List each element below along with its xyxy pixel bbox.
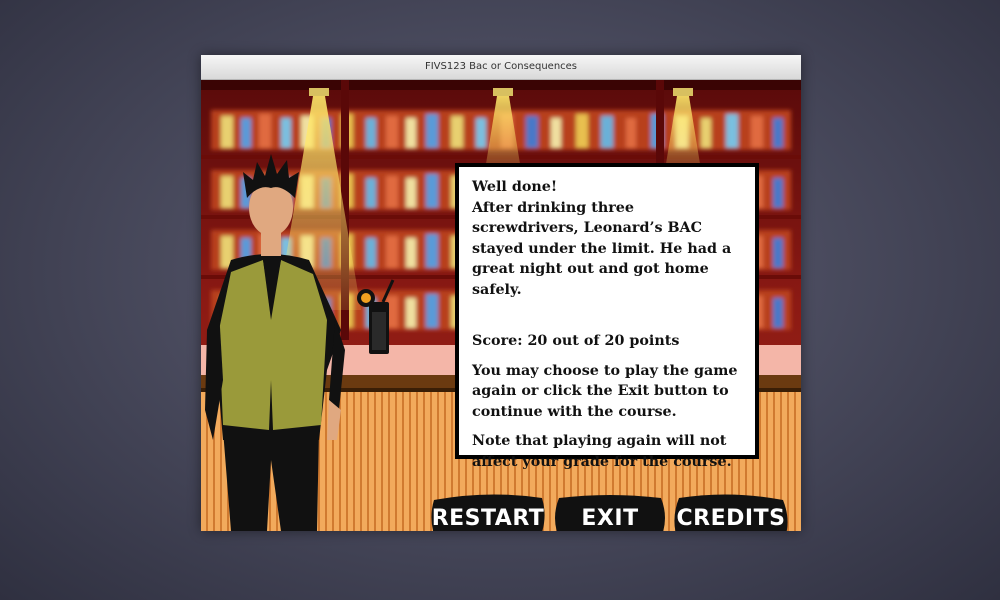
- exit-label: EXIT: [581, 505, 639, 531]
- game-window: FIVS123 Bac or Consequences Well done! A…: [201, 55, 801, 531]
- bar-scene: Well done! After drinking three screwdri…: [201, 80, 801, 531]
- instructions-text: You may choose to play the game again or…: [472, 362, 738, 420]
- credits-button[interactable]: CREDITS: [673, 492, 789, 531]
- result-heading: Well done!: [472, 179, 558, 195]
- restart-label: RESTART: [431, 505, 545, 531]
- note-text: Note that playing again will not affect …: [472, 433, 732, 470]
- window-titlebar: FIVS123 Bac or Consequences: [201, 55, 801, 80]
- credits-label: CREDITS: [676, 505, 786, 531]
- restart-button[interactable]: RESTART: [430, 492, 546, 531]
- exit-button[interactable]: EXIT: [553, 492, 667, 531]
- score-text: Score: 20 out of 20 points: [472, 333, 680, 349]
- result-dialog: Well done! After drinking three screwdri…: [455, 163, 759, 470]
- result-text: After drinking three screwdrivers, Leona…: [472, 199, 732, 298]
- window-title: FIVS123 Bac or Consequences: [424, 61, 578, 72]
